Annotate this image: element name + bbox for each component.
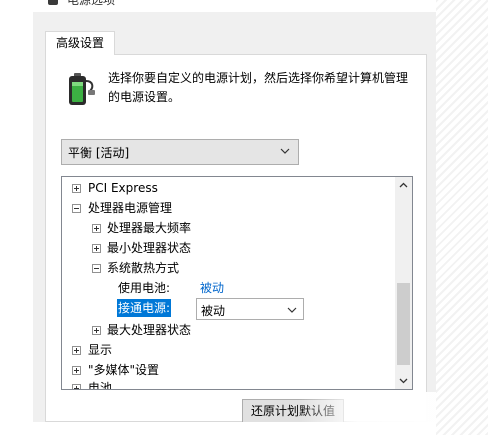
expand-plus-icon[interactable]: [72, 184, 81, 193]
tree-item-battery[interactable]: 电池: [72, 378, 392, 390]
collapse-minus-icon[interactable]: [92, 264, 101, 273]
scroll-thumb[interactable]: [397, 283, 410, 365]
tree-item-multimedia-settings[interactable]: "多媒体"设置: [72, 360, 392, 380]
battery-icon: [69, 73, 95, 105]
background-bottom: [0, 422, 436, 435]
tab-advanced-settings[interactable]: 高级设置: [45, 31, 115, 55]
expand-plus-icon[interactable]: [92, 224, 101, 233]
tree-item-min-processor-state[interactable]: 最小处理器状态: [92, 238, 392, 258]
tree-item-label: "多媒体"设置: [88, 363, 160, 377]
tree-item-on-battery[interactable]: 使用电池: 被动: [118, 278, 378, 298]
power-options-dialog: 电源选项 高级设置 选择你要自定义的电源计划，然后选择你希望计算机管理的电源设置…: [33, 0, 436, 422]
expand-plus-icon[interactable]: [72, 384, 81, 389]
title-bar: 电源选项: [33, 0, 436, 12]
window-title: 电源选项: [67, 0, 116, 7]
expand-plus-icon[interactable]: [72, 366, 81, 375]
chevron-down-icon: [287, 307, 297, 313]
tree-item-label: 处理器最大频率: [107, 221, 192, 235]
tree-scrollbar[interactable]: [395, 177, 412, 389]
tree-item-max-processor-frequency[interactable]: 处理器最大频率: [92, 218, 392, 238]
plugged-in-value: 被动: [201, 304, 226, 318]
power-plan-select[interactable]: 平衡 [活动]: [61, 139, 299, 165]
tree-item-system-cooling-policy[interactable]: 系统散热方式: [92, 258, 392, 278]
expand-plus-icon[interactable]: [92, 326, 101, 335]
advanced-settings-panel: 选择你要自定义的电源计划，然后选择你希望计算机管理的电源设置。 平衡 [活动] …: [45, 54, 427, 422]
scroll-down-icon[interactable]: [395, 372, 412, 389]
tree-item-label: 最小处理器状态: [107, 241, 192, 255]
plugged-in-select[interactable]: 被动: [196, 298, 304, 320]
tree-item-label: 处理器电源管理: [88, 201, 173, 215]
on-battery-value-link[interactable]: 被动: [200, 278, 224, 298]
tree-item-label: PCI Express: [88, 181, 158, 195]
scroll-up-icon[interactable]: [395, 177, 412, 194]
expand-plus-icon[interactable]: [72, 346, 81, 355]
watermark-fade: [299, 392, 436, 422]
tree-item-label: 电池: [88, 381, 113, 390]
tree-item-max-processor-state[interactable]: 最大处理器状态: [92, 320, 392, 340]
tree-item-display[interactable]: 显示: [72, 340, 392, 360]
collapse-minus-icon[interactable]: [72, 204, 81, 213]
settings-tree[interactable]: PCI Express 处理器电源管理 处理器最大频率 最小处理器状态 系统散热…: [61, 176, 413, 390]
tree-item-pci-express[interactable]: PCI Express: [72, 178, 392, 198]
description-text: 选择你要自定义的电源计划，然后选择你希望计算机管理的电源设置。: [108, 71, 409, 104]
tree-item-label: 最大处理器状态: [107, 323, 192, 337]
on-battery-label: 使用电池:: [118, 281, 171, 295]
expand-plus-icon[interactable]: [92, 244, 101, 253]
background-hatch: [436, 0, 488, 435]
plugged-in-label: 接通电源:: [117, 299, 172, 317]
power-plan-value: 平衡 [活动]: [68, 146, 130, 160]
tree-item-processor-power-management[interactable]: 处理器电源管理: [72, 198, 392, 218]
chevron-down-icon: [280, 148, 290, 154]
power-options-icon: [48, 0, 58, 5]
tree-item-label: 显示: [88, 343, 113, 357]
tree-item-plugged-in[interactable]: 接通电源: 被动: [117, 298, 387, 322]
tree-item-label: 系统散热方式: [107, 261, 180, 275]
